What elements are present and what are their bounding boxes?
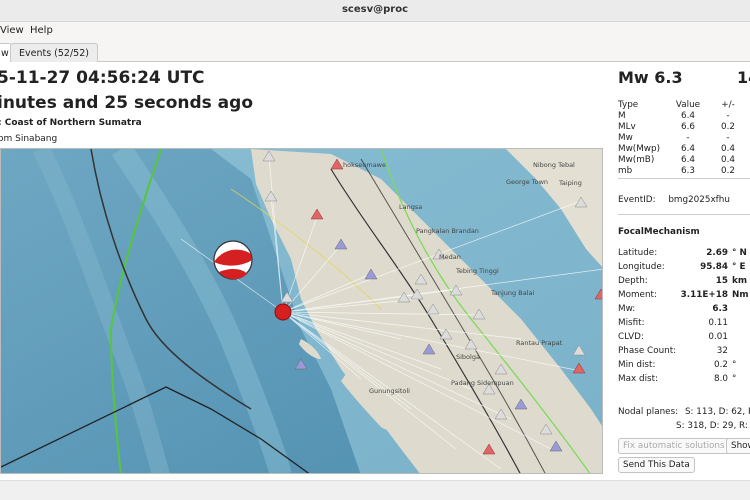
table-row: Mw - - (618, 132, 748, 143)
mag-type: Mw(mB) (618, 154, 655, 165)
tab-bar: w Events (52/52) (0, 40, 750, 62)
table-row: M 6.4 - (618, 110, 748, 121)
mag-value: 6.4 (681, 143, 695, 154)
focal-mechanism-title: FocalMechanism (618, 227, 700, 237)
send-this-data-button[interactable]: Send This Data (618, 457, 695, 473)
magnitude-table: Type Value +/- M 6.4 - MLv 6.6 0.2 Mw - … (618, 99, 748, 176)
fm-value: 3.11E+18 (680, 290, 728, 300)
fm-value: 0.01 (708, 332, 728, 342)
mag-uncertainty: 0.4 (721, 154, 735, 165)
window-title: scesv@proc (341, 4, 409, 15)
col-value: Value (675, 99, 701, 110)
fm-value: 8.0 (714, 374, 728, 384)
tab-summary-label: w (1, 48, 9, 59)
fm-value: 0.2 (714, 360, 728, 370)
fm-unit: km (732, 276, 748, 286)
place-langsa: Langsa (399, 203, 422, 211)
tab-events[interactable]: Events (52/52) (10, 43, 98, 62)
tab-events-label: Events (52/52) (19, 48, 89, 59)
table-row: MLv 6.6 0.2 (618, 121, 748, 132)
mag-value: 6.6 (681, 121, 695, 132)
event-id-value: bmg2025xfhu (668, 195, 730, 205)
mag-uncertainty: - (726, 110, 730, 121)
magnitude-table-header: Type Value +/- (618, 99, 748, 110)
fm-unit: ° E (732, 262, 746, 272)
magnitude-time-partial: 14 (737, 68, 750, 87)
menu-help[interactable]: Help (30, 25, 53, 36)
info-panel: Mw 6.3 14 Type Value +/- M 6.4 - MLv 6.6… (612, 62, 750, 480)
epicenter-marker (274, 303, 292, 321)
region-name: : Coast of Northern Sumatra (0, 118, 142, 128)
table-row: Mw(mB) 6.4 0.4 (618, 154, 748, 165)
place-sibolga: Sibolga (456, 353, 480, 361)
col-uncertainty: +/- (721, 99, 735, 110)
mag-value: 6.4 (681, 110, 695, 121)
fm-label: CLVD: (618, 332, 644, 342)
place-tebing-tinggi: Tebing Tinggi (455, 267, 499, 275)
place-rantau-prapat: Rantau Prapat (516, 339, 563, 347)
fm-unit: ° N (732, 248, 747, 258)
fm-label: Mw: (618, 304, 636, 314)
summary-panel: 5-11-27 04:56:24 UTC inutes and 25 secon… (0, 62, 750, 480)
nodal-plane-1: S: 113, D: 62, R: (684, 407, 750, 417)
fm-value: 32 (716, 346, 728, 356)
event-id-label: EventID: (618, 195, 656, 205)
table-row: mb 6.3 0.2 (618, 165, 748, 176)
mag-type: MLv (618, 121, 636, 132)
magnitude-headline: Mw 6.3 (618, 68, 683, 87)
menu-bar: View Help (0, 22, 750, 40)
mag-value: 6.3 (681, 165, 695, 176)
mag-uncertainty: 0.4 (721, 143, 735, 154)
show-button[interactable]: Show (726, 438, 750, 454)
place-medan: Medan (439, 253, 461, 261)
fm-unit: ° (732, 360, 737, 370)
mag-uncertainty: 0.2 (721, 165, 735, 176)
place-padang-sidempuan: Padang Sidempuan (451, 379, 514, 387)
mag-type: Mw(Mwp) (618, 143, 661, 154)
nodal-planes-label: Nodal planes: (618, 407, 679, 417)
mag-type: mb (618, 165, 633, 176)
origin-time: 5-11-27 04:56:24 UTC (0, 68, 205, 88)
nodal-plane-2: S: 318, D: 29, R: (676, 421, 748, 431)
fm-value: 15 (715, 276, 728, 286)
fm-value: 95.84 (700, 262, 728, 272)
window-titlebar: scesv@proc (0, 0, 750, 22)
place-nibong-tebal: Nibong Tebal (533, 161, 575, 169)
mag-type: M (618, 110, 626, 121)
fm-value: 6.3 (712, 304, 728, 314)
mag-value: 6.4 (681, 154, 695, 165)
fm-label: Depth: (618, 276, 648, 286)
mag-uncertainty: - (726, 132, 730, 143)
fix-automatic-solutions-button[interactable]: Fix automatic solutions (618, 438, 730, 454)
table-row: Mw(Mwp) 6.4 0.4 (618, 143, 748, 154)
menu-view[interactable]: View (0, 25, 24, 36)
event-map[interactable]: hokseumawe Nibong Tebal George Town Taip… (0, 148, 603, 474)
event-id: EventID: bmg2025xfhu (618, 195, 730, 205)
mag-type: Mw (618, 132, 633, 143)
fm-label: Misfit: (618, 318, 645, 328)
map-canvas: hokseumawe Nibong Tebal George Town Taip… (1, 149, 602, 473)
time-ago: inutes and 25 seconds ago (0, 93, 253, 113)
focal-mechanism-beachball (213, 240, 253, 280)
place-pangkalan-brandan: Pangkalan Brandan (416, 227, 479, 235)
mag-uncertainty: 0.2 (721, 121, 735, 132)
status-bar (0, 480, 750, 500)
place-taiping: Taiping (558, 179, 582, 187)
divider (618, 178, 750, 179)
fm-unit: ° (732, 374, 737, 384)
fm-value: 0.11 (708, 318, 728, 328)
place-gunungsitoli: Gunungsitoli (369, 387, 410, 395)
fm-unit: Nm (732, 290, 749, 300)
col-type: Type (618, 99, 639, 110)
place-lhokseumawe: hokseumawe (343, 161, 386, 169)
place-george-town: George Town (506, 178, 548, 186)
nearest-city: om Sinabang (0, 134, 58, 144)
place-tanjung-balai: Tanjung Balai (490, 289, 534, 297)
nodal-planes: Nodal planes: S: 113, D: 62, R: (618, 407, 750, 417)
divider (618, 214, 750, 215)
fm-value: 2.69 (706, 248, 728, 258)
mag-value: - (686, 132, 690, 143)
